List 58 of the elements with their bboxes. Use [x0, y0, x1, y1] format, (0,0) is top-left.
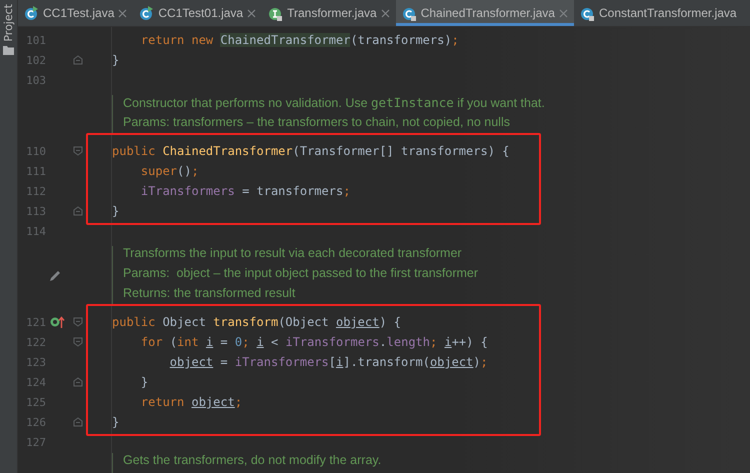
folder-icon — [3, 46, 14, 55]
line-number: 121 — [25, 316, 46, 328]
code-line: super(); — [140, 164, 199, 178]
interface-icon — [268, 6, 284, 20]
line-number: 124 — [25, 376, 46, 388]
line-number: 127 — [25, 436, 46, 448]
line-number: 122 — [25, 336, 46, 348]
editor-tab[interactable]: ConstantTransformer.java — [574, 0, 743, 26]
doc-text: Params: object – the input object passed to the first transformer — [123, 266, 478, 282]
line-number: 102 — [25, 54, 46, 66]
doc-text: Params: transformers – the transformers to chain, not copied, no nulls — [123, 115, 511, 131]
close-icon[interactable] — [118, 8, 128, 18]
line-number: 112 — [25, 184, 46, 198]
fold-icon[interactable] — [73, 206, 83, 216]
implements-icon[interactable] — [50, 315, 64, 329]
code-line: object = iTransformers[i].transform(object); — [168, 355, 488, 369]
doc-text: Returns: the transformed result — [123, 286, 296, 302]
fold-icon[interactable] — [73, 417, 83, 427]
code-line: return new ChainedTransformer(transformers); — [140, 33, 459, 47]
fold-icon[interactable] — [73, 146, 83, 156]
class-icon — [402, 6, 417, 20]
code-line: public Object transform(Object object) { — [112, 315, 402, 329]
line-number: 111 — [25, 164, 46, 178]
editor-tab[interactable]: CC1Test01.java — [133, 0, 262, 26]
pencil-icon[interactable] — [48, 269, 62, 283]
line-number: 101 — [25, 34, 46, 46]
code-line: } — [112, 415, 120, 429]
close-icon[interactable] — [558, 8, 568, 18]
line-number: 103 — [25, 74, 46, 86]
close-icon[interactable] — [380, 8, 390, 18]
editor-tab[interactable]: CC1Test.java — [18, 0, 134, 26]
doc-text: Constructor that performs no validation. Use getInstance if you want that. — [123, 95, 545, 112]
close-icon[interactable] — [247, 8, 256, 18]
code-line: } — [140, 375, 148, 389]
code-line: iTransformers = transformers; — [140, 184, 350, 198]
doc-text: Transforms the input to result via each decorated transformer — [123, 246, 463, 262]
line-number: 126 — [25, 416, 46, 428]
fold-icon[interactable] — [73, 55, 83, 65]
line-number: 123 — [25, 356, 46, 368]
code-line: public ChainedTransformer(Transformer[] transformers) { — [112, 144, 510, 158]
doc-text: Gets the transformers, do not modify the array. — [123, 453, 382, 469]
line-number: 125 — [25, 396, 46, 408]
fold-icon[interactable] — [73, 377, 83, 387]
project-tool-tab[interactable]: Project — [2, 4, 15, 42]
line-number: 114 — [25, 224, 46, 238]
code-line: return object; — [140, 395, 242, 409]
fold-icon[interactable] — [73, 317, 83, 327]
line-number: 113 — [25, 204, 46, 218]
code-line: } — [112, 53, 120, 67]
class-icon — [24, 6, 39, 20]
fold-icon[interactable] — [73, 337, 83, 347]
code-line: } — [112, 204, 120, 218]
editor-tab[interactable]: ChainedTransformer.java — [396, 0, 574, 26]
class-icon — [139, 6, 154, 20]
code-line: for (int i = 0; i < iTransformers.length; i++) { — [140, 335, 488, 349]
editor-tab[interactable]: Transformer.java — [262, 0, 396, 26]
class-icon — [580, 6, 595, 20]
line-number: 110 — [25, 144, 46, 158]
